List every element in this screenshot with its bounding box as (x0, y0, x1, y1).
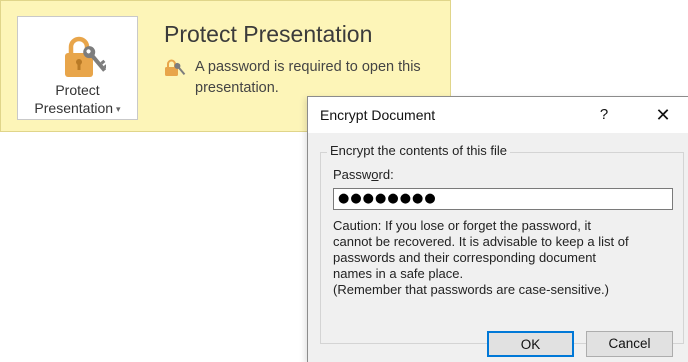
protect-button-label-line1: Protect (55, 82, 100, 98)
password-label: Password: (333, 167, 394, 182)
protect-presentation-button[interactable]: Protect Presentation ▾ (17, 16, 138, 120)
small-lock-key-icon (165, 59, 186, 76)
cancel-button[interactable]: Cancel (586, 331, 673, 357)
protect-button-label-text: Presentation (34, 100, 114, 116)
password-label-pre: Passw (333, 167, 372, 182)
caution-line: cannot be recovered. It is advisable to … (333, 234, 629, 249)
lock-key-icon (65, 36, 106, 77)
ok-button[interactable]: OK (487, 331, 574, 357)
caution-line: Caution: If you lose or forget the passw… (333, 218, 591, 233)
panel-title: Protect Presentation (164, 21, 373, 47)
password-field[interactable]: ●●●●●●●● (333, 188, 673, 210)
chevron-down-icon: ▾ (116, 104, 121, 114)
encrypt-document-dialog: Encrypt Document ? ✕ Encrypt the content… (307, 96, 688, 362)
caution-line: names in a safe place. (333, 266, 464, 281)
caution-line: (Remember that passwords are case-sensit… (333, 282, 609, 297)
encrypt-groupbox: Encrypt the contents of this file Passwo… (320, 143, 684, 344)
dialog-titlebar[interactable]: Encrypt Document ? ✕ (308, 97, 688, 133)
protection-status-text: A password is required to open this pres… (195, 59, 421, 96)
password-label-accel: o (371, 167, 379, 182)
close-button[interactable]: ✕ (648, 103, 678, 127)
dialog-title: Encrypt Document (320, 107, 436, 123)
protect-button-label-line2: Presentation ▾ (18, 99, 137, 118)
help-button[interactable]: ? (589, 103, 619, 127)
caution-text: Caution: If you lose or forget the passw… (333, 218, 678, 298)
password-label-post: rd: (378, 167, 394, 182)
groupbox-label: Encrypt the contents of this file (327, 143, 511, 158)
caution-line: passwords and their corresponding docume… (333, 250, 597, 265)
